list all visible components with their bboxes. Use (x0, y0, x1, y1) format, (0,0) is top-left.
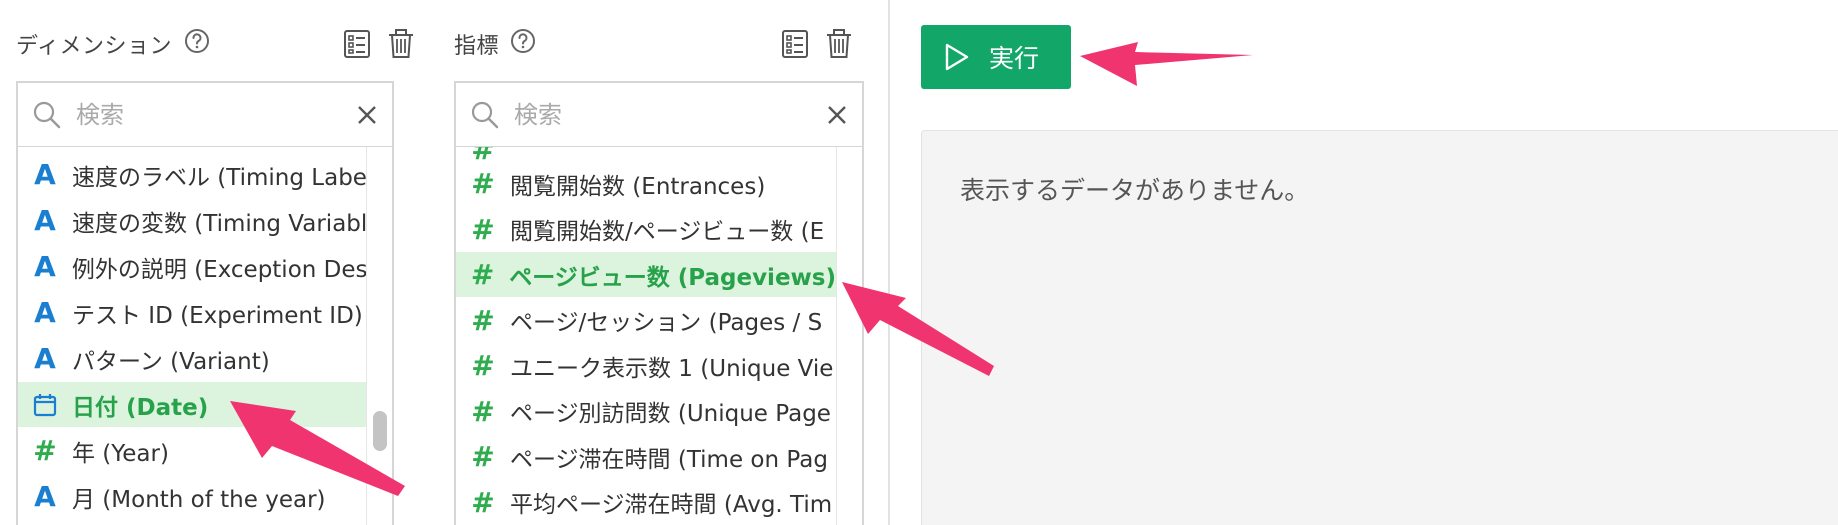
list-item[interactable]: A 速度の変数 (Timing Variable) (18, 198, 392, 243)
metric-scrollbar[interactable] (836, 147, 862, 525)
list-item-label: パターン (Variant) (72, 348, 270, 375)
list-item[interactable]: # ユニーク表示数 1 (Unique Vie (456, 343, 836, 388)
run-button[interactable]: 実行 (921, 25, 1071, 89)
number-type-icon: # (471, 349, 495, 382)
text-type-icon: A (34, 296, 56, 329)
checklist-icon[interactable] (342, 28, 372, 60)
number-type-icon: # (471, 167, 495, 200)
trash-icon[interactable] (824, 28, 854, 60)
metric-header: 指標 (454, 24, 864, 60)
list-item-label: ページ/セッション (Pages / S (510, 310, 823, 336)
trash-icon[interactable] (386, 28, 416, 60)
help-icon[interactable] (184, 28, 210, 54)
search-icon (471, 101, 499, 129)
dimension-scrollbar[interactable] (366, 147, 392, 525)
text-type-icon: A (34, 480, 56, 513)
list-item-label: ページ別訪問数 (Unique Page (510, 401, 831, 427)
metric-list: # # 閲覧開始数 (Entrances) # 閲覧開始数/ページビュー数 (E # ペー… (454, 147, 864, 525)
number-type-icon: # (471, 212, 495, 246)
number-type-icon: # (33, 434, 57, 467)
help-icon[interactable] (510, 28, 536, 54)
list-item-label: 平均ページ滞在時間 (Avg. Tim (510, 492, 833, 518)
list-item[interactable]: # ページ別訪問数 (Unique Page (456, 389, 836, 434)
list-item-label: 速度のラベル (Timing Label) (72, 164, 383, 191)
dimension-search-input[interactable] (76, 97, 336, 133)
panel-divider (888, 0, 890, 525)
list-item[interactable]: A テスト ID (Experiment ID) (18, 290, 392, 335)
result-area: 表示するデータがありません。 (921, 130, 1838, 525)
annotation-arrow-run (1080, 42, 1253, 86)
list-item[interactable]: # ページ/セッション (Pages / S (456, 298, 836, 343)
text-type-icon: A (34, 342, 56, 375)
text-type-icon: A (34, 250, 56, 283)
metric-title: 指標 (454, 34, 500, 59)
list-item[interactable]: A パターン (Variant) (18, 336, 392, 381)
list-item-label: 日付 (Date) (72, 394, 209, 421)
list-item-label: 速度の変数 (Timing Variable) (72, 210, 391, 237)
dimension-header: ディメンション (16, 24, 413, 60)
dimension-search-box (16, 81, 394, 147)
list-item[interactable]: # ページ滞在時間 (Time on Pag (456, 434, 836, 479)
list-item[interactable]: # 閲覧開始数/ページビュー数 (E (456, 207, 836, 252)
number-type-icon: # (470, 258, 495, 291)
list-item-label: 閲覧開始数/ページビュー数 (E (510, 219, 825, 245)
number-type-icon: # (471, 440, 495, 473)
metric-search-box (454, 81, 864, 147)
list-item-label: 月 (Month of the year) (72, 486, 326, 513)
run-button-label: 実行 (989, 44, 1040, 73)
play-icon (945, 43, 969, 71)
text-type-icon: A (34, 158, 56, 191)
list-item[interactable]: # 平均ページ滞在時間 (Avg. Tim (456, 480, 836, 525)
dimension-title: ディメンション (16, 34, 172, 59)
dimension-list: A 速度のラベル (Timing Label) A 速度の変数 (Timing Var… (16, 147, 394, 525)
list-item-label: ユニーク表示数 1 (Unique Vie (510, 355, 834, 382)
clear-icon[interactable] (826, 104, 848, 126)
checklist-icon[interactable] (780, 28, 810, 60)
list-item-label: テスト ID (Experiment ID) (72, 302, 363, 329)
metric-search-input[interactable] (514, 97, 774, 133)
list-item[interactable]: # 閲覧開始数 (Entrances) (456, 161, 836, 206)
list-item-label: ページ滞在時間 (Time on Pag (510, 446, 828, 473)
dimension-scroll-thumb[interactable] (373, 411, 387, 451)
number-type-icon: # (471, 303, 495, 337)
list-item-label: 年 (Year) (72, 440, 169, 467)
list-item[interactable]: A 例外の説明 (Exception Descri (18, 244, 394, 289)
list-item[interactable]: A 速度のラベル (Timing Label) (18, 152, 392, 197)
list-item-selected[interactable]: 日付 (Date) (18, 382, 392, 427)
number-type-icon: # (471, 485, 495, 519)
calendar-icon (30, 390, 60, 420)
search-icon (33, 101, 61, 129)
text-type-icon: A (34, 204, 56, 237)
list-item[interactable]: # 年 (Year) (18, 428, 392, 473)
clear-icon[interactable] (356, 104, 378, 126)
empty-result-message: 表示するデータがありません。 (960, 176, 1310, 205)
list-item-label: 例外の説明 (Exception Descri (71, 256, 394, 283)
number-type-icon: # (471, 394, 495, 428)
list-item[interactable]: A 月 (Month of the year) (18, 474, 392, 519)
list-item-selected[interactable]: # ページビュー数 (Pageviews) (456, 252, 836, 297)
list-item-label: 閲覧開始数 (Entrances) (510, 173, 766, 200)
list-item-label: ページビュー数 (Pageviews) (509, 264, 836, 291)
